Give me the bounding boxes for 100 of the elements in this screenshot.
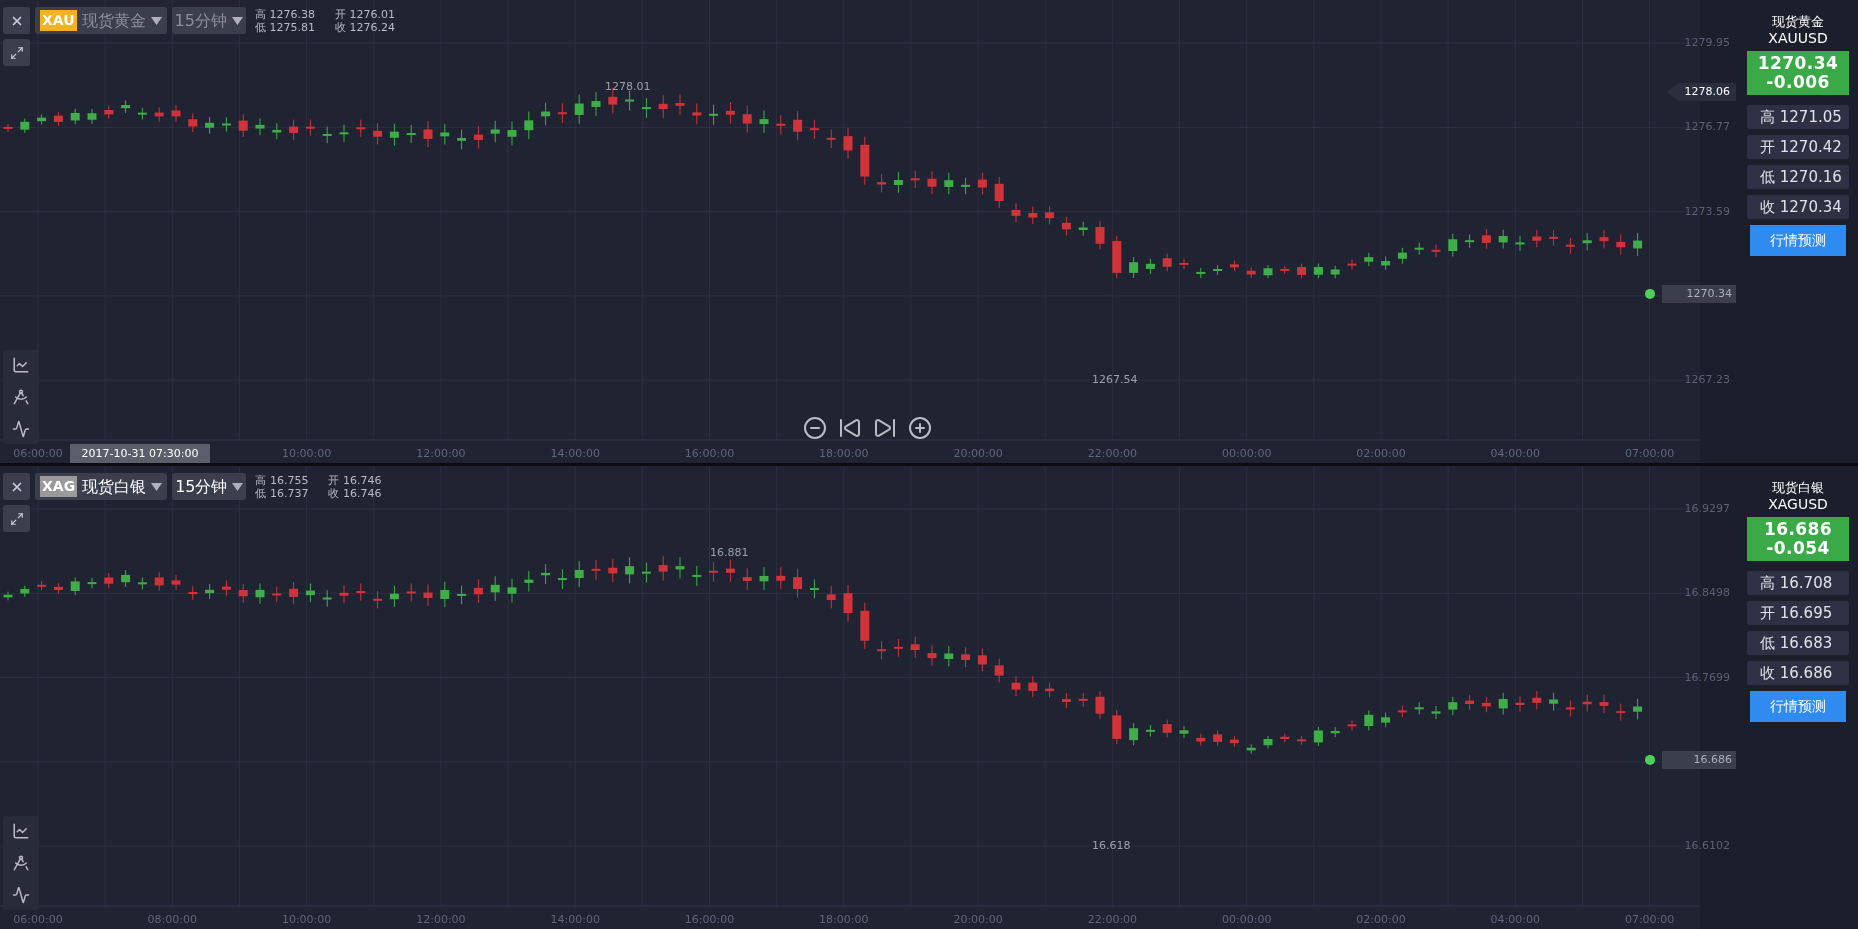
last-price-label: 16.686 <box>1662 750 1736 769</box>
symbol-dropdown[interactable]: XAG 现货白银 <box>35 473 168 500</box>
quote-price: 16.686 <box>1763 520 1833 539</box>
header-stat: 收 1276.24 <box>334 20 395 34</box>
zoom-in-button[interactable] <box>908 416 932 440</box>
symbol-name: 现货黄金 <box>81 9 146 32</box>
zoom-out-button[interactable] <box>803 416 827 440</box>
time-axis-label: 14:00:00 <box>549 448 601 459</box>
time-axis-label: 20:00:00 <box>952 914 1004 925</box>
time-axis-label: 07:00:00 <box>1623 914 1676 925</box>
quote-name: 现货黄金 <box>1772 14 1824 30</box>
time-axis-label: 02:00:00 <box>1355 448 1407 459</box>
header-stat: 高 1276.38 <box>254 7 315 21</box>
price-axis-label: 1267.23 <box>1684 374 1730 386</box>
quote-stat: 开 16.695 <box>1747 601 1849 625</box>
high-price-label: 1278.01 <box>605 81 651 92</box>
expand-button[interactable] <box>3 39 30 66</box>
price-axis-label: 1273.59 <box>1684 205 1730 217</box>
next-button[interactable] <box>873 416 897 440</box>
indicator-tool[interactable] <box>12 822 30 840</box>
quote-name: 现货白银 <box>1772 480 1824 496</box>
indicator-tool[interactable] <box>12 356 30 374</box>
time-axis-label: 12:00:00 <box>415 914 467 925</box>
time-axis-label: 00:00:00 <box>1221 914 1273 925</box>
compass-icon <box>12 854 30 872</box>
header-stat: 收 16.746 <box>328 486 382 500</box>
expand-icon <box>9 511 24 526</box>
header-stat: 低 16.737 <box>255 486 309 500</box>
time-axis-label: 06:00:00 <box>12 914 64 925</box>
interval-label: 15分钟 <box>174 9 227 32</box>
low-price-label: 16.618 <box>1092 840 1131 851</box>
time-axis-label: 10:00:00 <box>280 914 333 925</box>
price-axis-label: 16.7699 <box>1684 671 1730 683</box>
time-axis-label: 22:00:00 <box>1086 448 1139 459</box>
dropdown-caret-icon <box>231 16 243 25</box>
header-stat: 低 1275.81 <box>254 20 315 34</box>
time-axis-label: 20:00:00 <box>952 448 1004 459</box>
last-price-label: 1270.34 <box>1662 284 1736 303</box>
quote-stat: 收 1270.34 <box>1747 195 1849 219</box>
quote-code: XAUUSD <box>1768 30 1828 47</box>
forecast-button[interactable]: 行情预测 <box>1750 225 1846 256</box>
header-stat: 高 16.755 <box>255 473 309 487</box>
interval-label: 15分钟 <box>175 475 228 498</box>
plus-icon <box>908 416 932 440</box>
compass-icon <box>12 388 30 406</box>
previous-button[interactable] <box>838 416 862 440</box>
price-axis-label: 16.9297 <box>1684 503 1730 514</box>
time-axis-label: 08:00:00 <box>146 914 198 925</box>
time-axis-label: 16:00:00 <box>683 914 736 925</box>
time-axis-label: 18:00:00 <box>818 448 870 459</box>
last-price-marker <box>1645 288 1655 299</box>
dropdown-caret-icon <box>232 482 244 491</box>
price-axis-label: 16.6102 <box>1684 840 1730 852</box>
price-tag: 1278.06 <box>1666 83 1736 101</box>
oscillator-tool[interactable] <box>12 886 30 904</box>
quote-stat: 高 1271.05 <box>1747 105 1849 129</box>
last-price-marker <box>1645 754 1655 765</box>
time-axis-label: 02:00:00 <box>1355 914 1407 925</box>
time-axis-label: 22:00:00 <box>1086 914 1139 925</box>
dropdown-caret-icon <box>151 482 163 491</box>
cursor-time-label: 2017-10-31 07:30:00 <box>70 444 210 463</box>
skip-back-icon <box>838 416 862 440</box>
header-stat: 开 1276.01 <box>334 7 395 21</box>
minus-icon <box>803 416 827 440</box>
interval-dropdown[interactable]: 15分钟 <box>171 7 246 34</box>
symbol-badge: XAU <box>40 10 77 31</box>
oscillator-tool[interactable] <box>12 420 30 438</box>
low-price-label: 1267.54 <box>1092 374 1138 385</box>
time-axis-label: 04:00:00 <box>1489 448 1541 459</box>
header-stat: 开 16.746 <box>328 473 382 487</box>
drawing-tool[interactable] <box>12 854 30 872</box>
drawing-tool[interactable] <box>12 388 30 406</box>
quote-stat: 低 16.683 <box>1747 631 1849 655</box>
skip-forward-icon <box>873 416 897 440</box>
dropdown-caret-icon <box>150 16 162 25</box>
quote-change: -0.006 <box>1766 73 1830 92</box>
chart-icon <box>12 356 30 374</box>
pulse-icon <box>12 886 30 904</box>
time-axis-label: 06:00:00 <box>12 448 64 459</box>
close-button[interactable] <box>3 473 30 500</box>
quote-stat: 收 16.686 <box>1747 661 1849 685</box>
time-axis-label: 12:00:00 <box>415 448 467 459</box>
symbol-dropdown[interactable]: XAU 现货黄金 <box>35 7 167 34</box>
interval-dropdown[interactable]: 15分钟 <box>172 473 247 500</box>
close-button[interactable] <box>3 7 30 34</box>
expand-button[interactable] <box>3 505 30 532</box>
pulse-icon <box>12 420 30 438</box>
price-axis-label: 16.8498 <box>1684 587 1730 599</box>
forecast-button[interactable]: 行情预测 <box>1750 691 1846 722</box>
symbol-badge: XAG <box>40 476 78 497</box>
expand-icon <box>9 45 24 60</box>
time-axis-label: 10:00:00 <box>280 448 333 459</box>
quote-stat: 低 1270.16 <box>1747 165 1849 189</box>
high-price-label: 16.881 <box>710 547 749 558</box>
quote-change: -0.054 <box>1766 539 1830 558</box>
time-axis-label: 00:00:00 <box>1221 448 1273 459</box>
quote-code: XAGUSD <box>1768 496 1828 513</box>
time-axis-label: 14:00:00 <box>549 914 601 925</box>
symbol-name: 现货白银 <box>82 475 147 498</box>
time-axis-label: 18:00:00 <box>818 914 870 925</box>
